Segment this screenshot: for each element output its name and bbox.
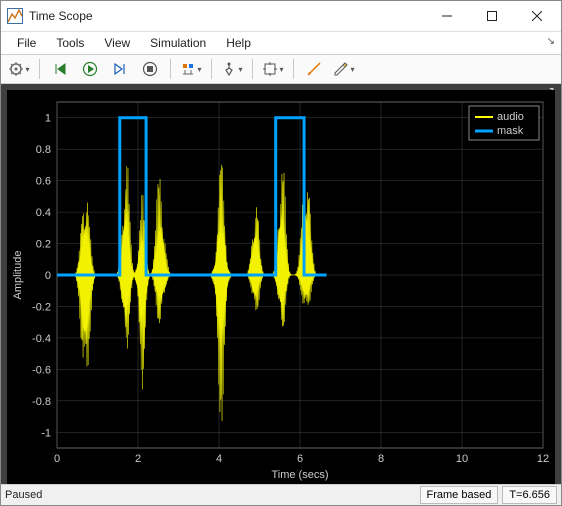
minimize-button[interactable] — [424, 1, 469, 31]
svg-text:8: 8 — [378, 453, 384, 465]
svg-text:-0.4: -0.4 — [32, 333, 51, 345]
autoscale-button[interactable]: ▾ — [259, 57, 287, 81]
menu-simulation[interactable]: Simulation — [140, 34, 216, 52]
svg-text:0.8: 0.8 — [36, 144, 51, 156]
undock-icon[interactable]: ↘ — [547, 36, 555, 47]
svg-text:-1: -1 — [41, 427, 51, 439]
svg-text:4: 4 — [216, 453, 222, 465]
svg-text:-0.6: -0.6 — [32, 364, 51, 376]
svg-text:Time (secs): Time (secs) — [271, 469, 328, 481]
menubar: File Tools View Simulation Help ↘ — [1, 32, 561, 54]
statusbar: Paused Frame based T=6.656 — [1, 484, 561, 505]
titlebar: Time Scope — [1, 1, 561, 32]
time-scope-chart[interactable]: 0 2 4 6 8 10 12 -1 -0.8 -0.6 -0.4 -0.2 0 0.2 0.4 0.6 0.8… — [7, 90, 555, 484]
menu-help[interactable]: Help — [216, 34, 261, 52]
stop-button[interactable] — [136, 57, 164, 81]
menu-tools[interactable]: Tools — [46, 34, 94, 52]
app-logo-icon — [7, 8, 23, 24]
run-button[interactable] — [76, 57, 104, 81]
step-forward-button[interactable] — [106, 57, 134, 81]
toolbar: ▾ ▾ ▾ ▾ — [1, 54, 561, 84]
configure-button[interactable]: ▾ — [5, 57, 33, 81]
annotate-button[interactable]: ▾ — [330, 57, 358, 81]
svg-text:2: 2 — [135, 453, 141, 465]
svg-text:audio: audio — [497, 111, 524, 123]
status-time: T=6.656 — [502, 486, 557, 504]
chart-area: ↗ 024681012-1-0.8-0.6-0.4-0.200.20.40.60… — [1, 84, 561, 484]
highlight-button[interactable]: ▾ — [177, 57, 205, 81]
svg-text:10: 10 — [456, 453, 468, 465]
trigger-button[interactable]: ▾ — [218, 57, 246, 81]
svg-text:-0.2: -0.2 — [32, 301, 51, 313]
svg-text:0.4: 0.4 — [36, 207, 51, 219]
close-button[interactable] — [514, 1, 559, 31]
window-title: Time Scope — [29, 9, 93, 23]
status-left: Paused — [5, 489, 42, 501]
measure-button[interactable] — [300, 57, 328, 81]
menu-file[interactable]: File — [7, 34, 46, 52]
svg-text:0: 0 — [54, 453, 60, 465]
svg-text:6: 6 — [297, 453, 303, 465]
svg-text:0: 0 — [45, 270, 51, 282]
menu-view[interactable]: View — [94, 34, 140, 52]
svg-text:Amplitude: Amplitude — [12, 251, 24, 300]
status-mode: Frame based — [420, 486, 499, 504]
svg-text:1: 1 — [45, 113, 51, 125]
svg-text:12: 12 — [537, 453, 549, 465]
svg-text:-0.8: -0.8 — [32, 396, 51, 408]
step-back-button[interactable] — [46, 57, 74, 81]
svg-text:mask: mask — [497, 125, 524, 137]
maximize-button[interactable] — [469, 1, 514, 31]
svg-text:0.6: 0.6 — [36, 176, 51, 188]
svg-text:0.2: 0.2 — [36, 239, 51, 251]
